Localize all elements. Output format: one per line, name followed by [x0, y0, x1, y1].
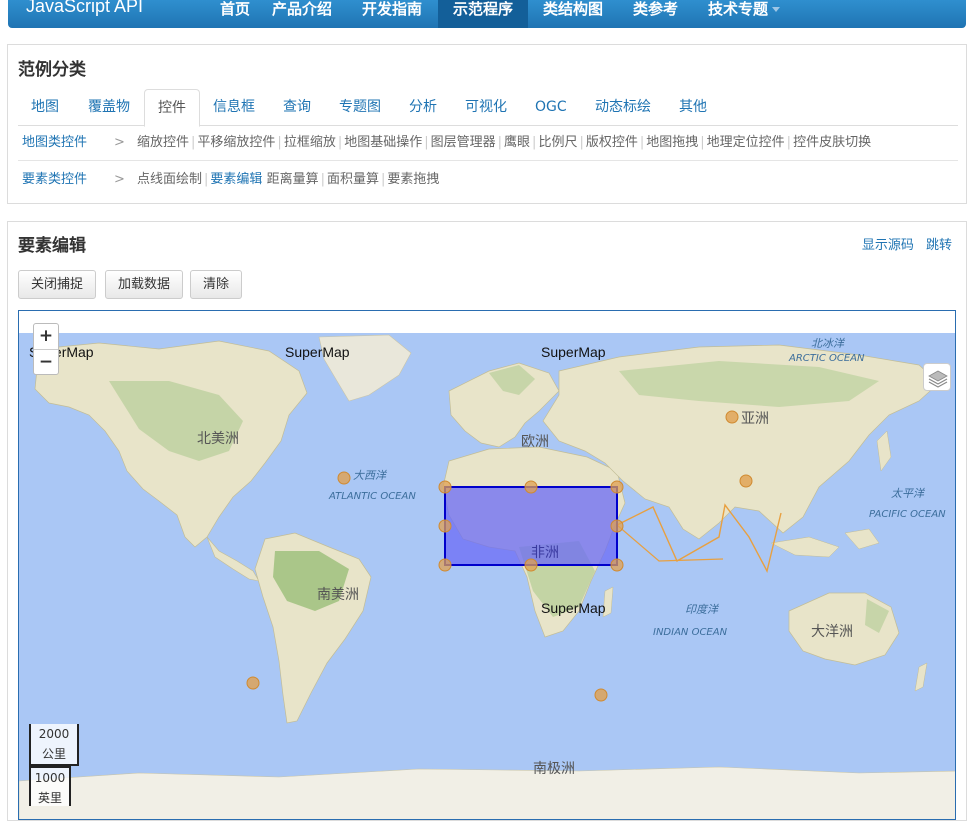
nav-tech-topics[interactable]: 技术专题	[693, 0, 795, 28]
link-box-zoom[interactable]: 拉框缩放	[284, 135, 336, 150]
zoom-control: + −	[33, 323, 59, 375]
demo-actions: 显示源码 跳转	[854, 234, 952, 253]
nav-class-reference[interactable]: 类参考	[618, 0, 693, 28]
nav-home[interactable]: 首页	[205, 0, 265, 28]
watermark: SuperMap	[285, 344, 350, 360]
feature-controls-label[interactable]: 要素类控件	[22, 162, 87, 198]
tab-controls[interactable]: 控件	[144, 89, 200, 127]
map-controls-row: 地图类控件 > 缩放控件 | 平移缩放控件 | 拉框缩放 | 地图基础操作 | 图层管理器 | 鹰眼…	[18, 125, 958, 161]
load-data-button[interactable]: 加载数据	[105, 270, 184, 299]
demo-title: 要素编辑	[18, 236, 86, 256]
scale-bar-imperial: 1000 英里	[29, 766, 71, 806]
link-control-skin[interactable]: 控件皮肤切换	[793, 135, 871, 150]
zoom-out-button[interactable]: −	[34, 349, 58, 374]
nav-examples[interactable]: 示范程序	[438, 0, 529, 28]
link-map-drag[interactable]: 地图拖拽	[646, 135, 698, 150]
layers-icon	[928, 370, 948, 388]
feature-controls-links: 点线面绘制 | 要素编辑 距离量算 | 面积量算 | 要素拖拽	[137, 172, 440, 187]
scale-bar-metric: 2000 公里	[29, 724, 79, 766]
label-arctic-en: ARCTIC OCEAN	[788, 353, 865, 364]
link-feature-drag[interactable]: 要素拖拽	[387, 172, 439, 187]
map-viewer[interactable]: SuperMap SuperMap SuperMap SuperMap 北冰洋 …	[18, 310, 956, 820]
close-snap-button[interactable]: 关闭捕捉	[18, 270, 97, 299]
world-map[interactable]: SuperMap SuperMap SuperMap SuperMap 北冰洋 …	[19, 311, 956, 820]
row-arrow: >	[114, 172, 125, 187]
clear-button[interactable]: 清除	[190, 270, 243, 299]
tab-dynamic-plot[interactable]: 动态标绘	[582, 89, 664, 126]
link-geolocation[interactable]: 地理定位控件	[707, 135, 785, 150]
link-overview[interactable]: 鹰眼	[504, 135, 530, 150]
link-pan-zoom-control[interactable]: 平移缩放控件	[197, 135, 275, 150]
tab-ogc[interactable]: OGC	[522, 89, 580, 126]
label-africa: 非洲	[531, 545, 559, 561]
tab-analysis[interactable]: 分析	[396, 89, 450, 126]
link-zoom-control[interactable]: 缩放控件	[137, 135, 189, 150]
link-measure-area[interactable]: 面积量算	[327, 172, 379, 187]
label-north-america: 北美洲	[197, 431, 239, 447]
link-feature-edit[interactable]: 要素编辑	[210, 172, 262, 187]
label-south-america: 南美洲	[317, 587, 359, 603]
watermark: SuperMap	[541, 344, 606, 360]
top-nav: JavaScript API 首页 产品介绍 开发指南 示范程序 类结构图 类参…	[8, 0, 966, 28]
map-controls-links: 缩放控件 | 平移缩放控件 | 拉框缩放 | 地图基础操作 | 图层管理器 | 鹰眼 | 比例尺 | 版权控…	[137, 135, 872, 150]
layer-switcher-button[interactable]	[923, 363, 951, 391]
brand-title[interactable]: JavaScript API	[26, 0, 143, 17]
link-measure-distance[interactable]: 距离量算	[267, 172, 319, 187]
feature-controls-row: 要素类控件 > 点线面绘制 | 要素编辑 距离量算 | 面积量算 | 要素拖拽	[18, 162, 958, 198]
label-atlantic-cn: 大西洋	[353, 469, 388, 482]
label-pacific-cn: 太平洋	[891, 487, 926, 500]
tab-infowindow[interactable]: 信息框	[200, 89, 268, 126]
category-tabs: 地图 覆盖物 控件 信息框 查询 专题图 分析 可视化 OGC 动态标绘 其他	[18, 89, 958, 127]
nav-tech-topics-label: 技术专题	[708, 0, 769, 18]
show-source-link[interactable]: 显示源码	[862, 238, 914, 253]
label-antarctica: 南极洲	[533, 761, 575, 777]
label-europe: 欧洲	[521, 434, 549, 450]
chevron-down-icon	[772, 7, 781, 12]
demo-panel: 要素编辑 显示源码 跳转 关闭捕捉 加载数据 清除 SuperMap Super…	[7, 221, 967, 821]
label-pacific-en: PACIFIC OCEAN	[869, 509, 946, 520]
link-layer-manager[interactable]: 图层管理器	[431, 135, 496, 150]
label-atlantic-en: ATLANTIC OCEAN	[328, 491, 416, 502]
category-title: 范例分类	[18, 60, 86, 80]
nav-product[interactable]: 产品介绍	[257, 0, 347, 28]
tab-overlay[interactable]: 覆盖物	[75, 89, 143, 126]
antarctica-shape	[19, 766, 955, 819]
zoom-in-button[interactable]: +	[34, 324, 58, 349]
watermark: SuperMap	[541, 600, 606, 616]
label-arctic-cn: 北冰洋	[811, 337, 846, 350]
map-controls-label[interactable]: 地图类控件	[22, 125, 87, 161]
tab-other[interactable]: 其他	[666, 89, 720, 126]
link-scale[interactable]: 比例尺	[538, 135, 577, 150]
category-panel: 范例分类 地图 覆盖物 控件 信息框 查询 专题图 分析 可视化 OGC 动态标…	[7, 44, 967, 204]
nav-dev-guide[interactable]: 开发指南	[347, 0, 437, 28]
tab-visualization[interactable]: 可视化	[452, 89, 520, 126]
label-oceania: 大洋洲	[811, 624, 853, 640]
link-copyright[interactable]: 版权控件	[586, 135, 638, 150]
link-draw[interactable]: 点线面绘制	[137, 172, 202, 187]
jump-link[interactable]: 跳转	[926, 238, 952, 253]
tab-thematic[interactable]: 专题图	[326, 89, 394, 126]
link-basic-ops[interactable]: 地图基础操作	[344, 135, 422, 150]
label-indian-en: INDIAN OCEAN	[653, 627, 728, 638]
label-asia: 亚洲	[741, 411, 769, 427]
label-indian-cn: 印度洋	[685, 603, 720, 616]
row-arrow: >	[114, 135, 125, 150]
nav-class-diagram[interactable]: 类结构图	[528, 0, 618, 28]
tab-query[interactable]: 查询	[270, 89, 324, 126]
tab-map[interactable]: 地图	[18, 89, 72, 126]
